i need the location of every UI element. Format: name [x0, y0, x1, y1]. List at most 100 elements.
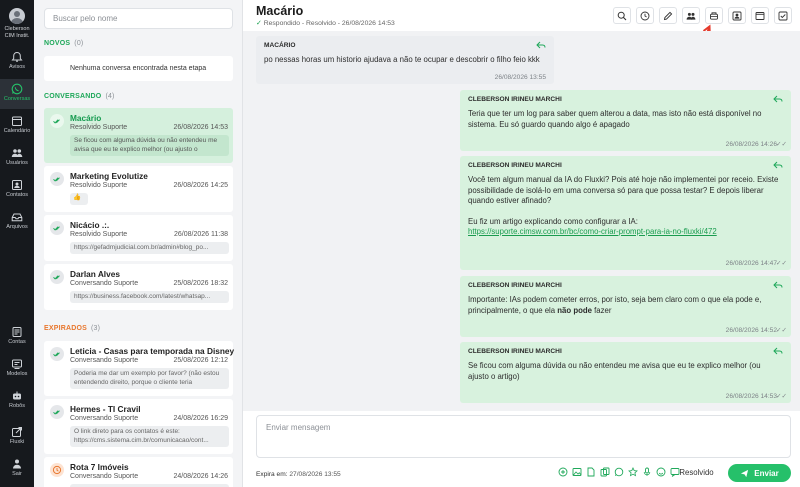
message-input[interactable]	[256, 415, 791, 458]
conversation-status: Conversando Suporte	[70, 357, 139, 364]
send-icon	[741, 469, 749, 477]
sidebar-item-contas[interactable]: Contas	[0, 322, 34, 352]
conversation-item[interactable]: Nicácio .:. Resolvido Suporte 26/08/2026…	[44, 215, 233, 261]
message-outgoing: CLEBERSON IRINEU MARCHI Você tem algum m…	[460, 156, 791, 270]
contact-name: Hermes - TI Cravil	[70, 404, 141, 414]
user-company: CIM Instit.	[4, 33, 30, 39]
checkbox-button[interactable]	[774, 7, 792, 24]
reply-icon[interactable]	[773, 281, 783, 289]
add-icon[interactable]	[558, 467, 568, 477]
expiry-info: Expira em: 27/08/2026 13:55	[256, 471, 341, 478]
chat-subtitle: ✓ Respondido - Resolvido - 26/08/2026 14:…	[256, 20, 395, 27]
article-link[interactable]: https://suporte.cimsw.com.br/bc/como-cri…	[468, 227, 717, 236]
sidebar-item-conversas[interactable]: Conversas	[0, 79, 34, 109]
sidebar-item-robos[interactable]: Robôs	[0, 386, 34, 416]
composer-tools	[558, 467, 680, 478]
sidebar-item-contatos[interactable]: Contatos	[0, 175, 34, 205]
reply-icon[interactable]	[773, 95, 783, 103]
transfer-button[interactable]	[682, 7, 700, 24]
conversation-status: Conversando Suporte	[70, 473, 139, 480]
contacts-icon	[12, 180, 22, 190]
conversation-item[interactable]: Leticia - Casas para temporada na Disney…	[44, 341, 235, 396]
double-check-icon: ✓✓	[775, 327, 787, 334]
user-profile[interactable]: Cleberson CIM Instit.	[0, 8, 34, 40]
conversation-date: 26/08/2026 14:25	[173, 182, 229, 189]
copy-icon[interactable]	[600, 467, 610, 477]
reply-icon[interactable]	[773, 347, 783, 355]
edit-button[interactable]	[659, 7, 677, 24]
reply-icon[interactable]	[773, 161, 783, 169]
chat-toolbar	[613, 7, 792, 24]
whatsapp-icon[interactable]	[614, 467, 624, 477]
message-author: MACÁRIO	[264, 42, 296, 49]
search-button[interactable]	[613, 7, 631, 24]
history-button[interactable]	[636, 7, 654, 24]
window-button[interactable]	[751, 7, 769, 24]
sidebar-item-fluxki[interactable]: Fluxki	[0, 422, 34, 452]
empty-message: Nenhuma conversa encontrada nesta etapa	[44, 56, 233, 81]
sidebar-item-label: Contas	[8, 339, 26, 345]
conversation-item[interactable]: Marketing Evolutize Resolvido Suporte 26…	[44, 166, 233, 212]
sidebar-item-label: Avisos	[8, 64, 26, 70]
check-icon: ✓	[256, 20, 262, 27]
sidebar-item-usuarios[interactable]: Usuários	[0, 143, 34, 173]
conversation-item[interactable]: Macário Resolvido Suporte 26/08/2026 14:…	[44, 108, 233, 163]
sidebar-item-arquivos[interactable]: Arquivos	[0, 207, 34, 237]
contact-name: Marketing Evolutize	[70, 171, 148, 181]
message-time: 26/08/2026 14:53	[725, 393, 777, 400]
sidebar-item-label: Calendário	[3, 128, 31, 134]
sidebar-item-label: Fluxki	[9, 439, 25, 445]
conversation-status: Conversando Suporte	[70, 280, 139, 287]
section-expirados: EXPIRADOS (3)	[44, 325, 101, 332]
sidebar-item-sair[interactable]: Sair	[0, 454, 34, 484]
message-incoming: MACÁRIO po nessas horas um historio ajud…	[256, 36, 554, 84]
emoji-icon[interactable]	[656, 467, 666, 477]
double-check-icon	[50, 405, 64, 419]
chat-title: Macário	[256, 4, 304, 18]
message-author: CLEBERSON IRINEU MARCHI	[468, 162, 562, 169]
image-icon[interactable]	[572, 467, 582, 477]
message-preview: https://gefadmjudicial.com.br/admin#blog…	[70, 242, 229, 254]
bot-button[interactable]	[705, 7, 723, 24]
conversation-item[interactable]: Hermes - TI Cravil Conversando Suporte 2…	[44, 399, 233, 454]
section-novos: NOVOS (0)	[44, 40, 84, 47]
send-button[interactable]: Enviar	[728, 464, 791, 482]
chat-panel: Macário ✓ Respondido - Resolvido - 26/08/…	[243, 0, 800, 487]
sidebar-item-label: Contatos	[5, 192, 28, 198]
double-check-icon	[50, 114, 64, 128]
star-icon[interactable]	[628, 467, 638, 477]
contact-name: Leticia - Casas para temporada na Disney	[70, 346, 235, 356]
conversation-status: Resolvido Suporte	[70, 231, 128, 238]
message-outgoing: CLEBERSON IRINEU MARCHI Teria que ter um…	[460, 90, 791, 151]
message-outgoing: CLEBERSON IRINEU MARCHI Se ficou com alg…	[460, 342, 791, 403]
logout-icon	[13, 459, 21, 469]
conversation-date: 26/08/2026 14:53	[173, 124, 229, 131]
message-time: 26/08/2026 13:55	[494, 74, 546, 81]
resolve-button[interactable]: Resolvido	[671, 464, 722, 482]
sidebar-item-calendario[interactable]: Calendário	[0, 111, 34, 141]
message-author: CLEBERSON IRINEU MARCHI	[468, 348, 562, 355]
sidebar-item-avisos[interactable]: Avisos	[0, 47, 34, 77]
search-input[interactable]	[44, 8, 233, 29]
contact-card-button[interactable]	[728, 7, 746, 24]
double-check-icon	[50, 270, 64, 284]
conversation-date: 26/08/2026 11:38	[174, 231, 228, 238]
message-author: CLEBERSON IRINEU MARCHI	[468, 282, 562, 289]
message-history: MACÁRIO po nessas horas um historio ajud…	[243, 31, 800, 411]
contact-name: Macário	[70, 113, 102, 123]
conversation-list: NOVOS(0) Nenhuma conversa encontrada nes…	[34, 0, 243, 487]
microphone-icon[interactable]	[642, 467, 652, 477]
reply-icon[interactable]	[536, 41, 546, 49]
double-check-icon	[50, 347, 64, 361]
document-icon[interactable]	[586, 467, 596, 477]
message-time: 26/08/2026 14:47	[725, 260, 777, 267]
message-author: CLEBERSON IRINEU MARCHI	[468, 96, 562, 103]
conversation-status: Resolvido Suporte	[70, 182, 128, 189]
pencil-icon	[663, 11, 673, 20]
conversation-item[interactable]: Rota 7 Imóveis Conversando Suporte 24/08…	[44, 457, 233, 487]
conversation-date: 24/08/2026 14:26	[173, 473, 229, 480]
conversation-item[interactable]: Darlan Alves Conversando Suporte 25/08/2…	[44, 264, 233, 310]
message-text: Importante: IAs podem cometer erros, por…	[468, 295, 762, 315]
message-preview: O link direto para os contatos é este: h…	[70, 426, 229, 447]
sidebar-item-modelos[interactable]: Modelos	[0, 354, 34, 384]
